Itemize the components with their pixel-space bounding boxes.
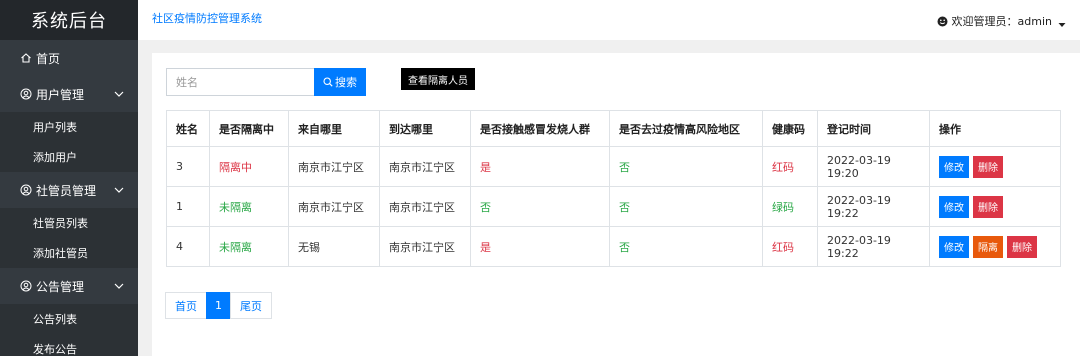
search-form: 搜索 [166, 68, 366, 96]
delete-button[interactable]: 删除 [973, 155, 1003, 178]
col-header-actions: 操作 [929, 110, 1061, 147]
cell-name: 3 [166, 146, 210, 187]
page-last-link[interactable]: 尾页 [230, 292, 272, 319]
sidebar-group-label: 社管员管理 [36, 183, 97, 198]
cell-risk-area: 否 [609, 226, 763, 267]
col-header-isolated: 是否隔离中 [209, 110, 289, 147]
records-table: 姓名 是否隔离中 来自哪里 到达哪里 是否接触感冒发烧人群 是否去过疫情高风险地… [166, 110, 1061, 267]
isolate-button[interactable]: 隔离 [973, 235, 1003, 258]
cell-name: 4 [166, 226, 210, 267]
sidebar-group-label: 公告管理 [36, 279, 85, 294]
cell-contact: 是 [470, 146, 610, 187]
home-icon [20, 52, 32, 64]
table-header-row: 姓名 是否隔离中 来自哪里 到达哪里 是否接触感冒发烧人群 是否去过疫情高风险地… [166, 110, 1061, 147]
sidebar: 系统后台 首页 用户管理 用户列表 添加用户 社管员管理 社管员列表 添加社管员… [0, 0, 138, 356]
cell-health-code: 红码 [762, 146, 818, 187]
chevron-down-icon [114, 185, 124, 195]
page-first-link[interactable]: 首页 [165, 292, 207, 319]
sidebar-group-managers[interactable]: 社管员管理 [0, 172, 138, 208]
search-button-label: 搜索 [335, 76, 357, 89]
view-quarantined-button[interactable]: 查看隔离人员 [401, 68, 475, 90]
cell-risk-area: 否 [609, 146, 763, 187]
sidebar-group-users[interactable]: 用户管理 [0, 76, 138, 112]
cell-from: 南京市江宁区 [288, 146, 380, 187]
table-row: 4 未隔离 无锡 南京市江宁区 是 否 红码 2022-03-19 19:22 … [166, 226, 1061, 267]
sidebar-item-home[interactable]: 首页 [0, 40, 138, 76]
cell-time: 2022-03-19 19:22 [817, 186, 930, 227]
cell-health-code: 红码 [762, 226, 818, 267]
sidebar-item-add-manager[interactable]: 添加社管员 [0, 238, 138, 268]
cell-actions: 修改 删除 [929, 146, 1061, 187]
cell-time: 2022-03-19 19:20 [817, 146, 930, 187]
cell-isolated: 未隔离 [209, 226, 289, 267]
content-card: 搜索 查看隔离人员 姓名 是否隔离中 来自哪里 到达哪里 是否接触感冒发烧人群 … [152, 53, 1080, 356]
col-header-from: 来自哪里 [288, 110, 380, 147]
sidebar-item-add-user[interactable]: 添加用户 [0, 142, 138, 172]
col-header-to: 到达哪里 [379, 110, 471, 147]
cell-from: 无锡 [288, 226, 380, 267]
page-current[interactable]: 1 [206, 292, 231, 319]
cell-risk-area: 否 [609, 186, 763, 227]
brand-title: 系统后台 [0, 0, 138, 40]
user-circle-icon [20, 184, 32, 196]
edit-button[interactable]: 修改 [939, 195, 969, 218]
pagination: 首页 1 尾页 [165, 292, 272, 319]
user-circle-icon [20, 280, 32, 292]
delete-button[interactable]: 删除 [973, 195, 1003, 218]
user-label: 欢迎管理员：admin [951, 15, 1052, 28]
sidebar-item-user-list[interactable]: 用户列表 [0, 112, 138, 142]
delete-button[interactable]: 删除 [1007, 235, 1037, 258]
col-header-name: 姓名 [166, 110, 210, 147]
cell-actions: 修改 删除 [929, 186, 1061, 227]
user-menu[interactable]: 欢迎管理员：admin [937, 13, 1066, 29]
cell-actions: 修改 隔离 删除 [929, 226, 1061, 267]
cell-to: 南京市江宁区 [379, 186, 471, 227]
user-circle-icon [20, 88, 32, 100]
table-row: 1 未隔离 南京市江宁区 南京市江宁区 否 否 绿码 2022-03-19 19… [166, 186, 1061, 227]
cell-to: 南京市江宁区 [379, 146, 471, 187]
cell-health-code: 绿码 [762, 186, 818, 227]
sidebar-group-label: 用户管理 [36, 87, 85, 102]
sidebar-item-publish-notice[interactable]: 发布公告 [0, 334, 138, 356]
cell-isolated: 未隔离 [209, 186, 289, 227]
cell-isolated: 隔离中 [209, 146, 289, 187]
app-title-link[interactable]: 社区疫情防控管理系统 [152, 10, 262, 26]
cell-to: 南京市江宁区 [379, 226, 471, 267]
chevron-down-icon [114, 89, 124, 99]
col-header-time: 登记时间 [817, 110, 930, 147]
cell-contact: 是 [470, 226, 610, 267]
search-button[interactable]: 搜索 [314, 68, 366, 96]
search-input[interactable] [166, 68, 314, 96]
col-header-risk-area: 是否去过疫情高风险地区 [609, 110, 763, 147]
chevron-down-icon [114, 281, 124, 291]
sidebar-item-notice-list[interactable]: 公告列表 [0, 304, 138, 334]
cell-from: 南京市江宁区 [288, 186, 380, 227]
search-icon [323, 77, 333, 87]
sidebar-group-notices[interactable]: 公告管理 [0, 268, 138, 304]
col-header-health-code: 健康码 [762, 110, 818, 147]
smiley-icon [937, 16, 948, 27]
topbar: 社区疫情防控管理系统 欢迎管理员：admin [138, 0, 1080, 40]
caret-down-icon [1058, 18, 1066, 27]
edit-button[interactable]: 修改 [939, 155, 969, 178]
edit-button[interactable]: 修改 [939, 235, 969, 258]
sidebar-item-manager-list[interactable]: 社管员列表 [0, 208, 138, 238]
cell-time: 2022-03-19 19:22 [817, 226, 930, 267]
sidebar-item-label: 首页 [36, 51, 61, 66]
cell-contact: 否 [470, 186, 610, 227]
table-row: 3 隔离中 南京市江宁区 南京市江宁区 是 否 红码 2022-03-19 19… [166, 146, 1061, 187]
cell-name: 1 [166, 186, 210, 227]
col-header-contact: 是否接触感冒发烧人群 [470, 110, 610, 147]
